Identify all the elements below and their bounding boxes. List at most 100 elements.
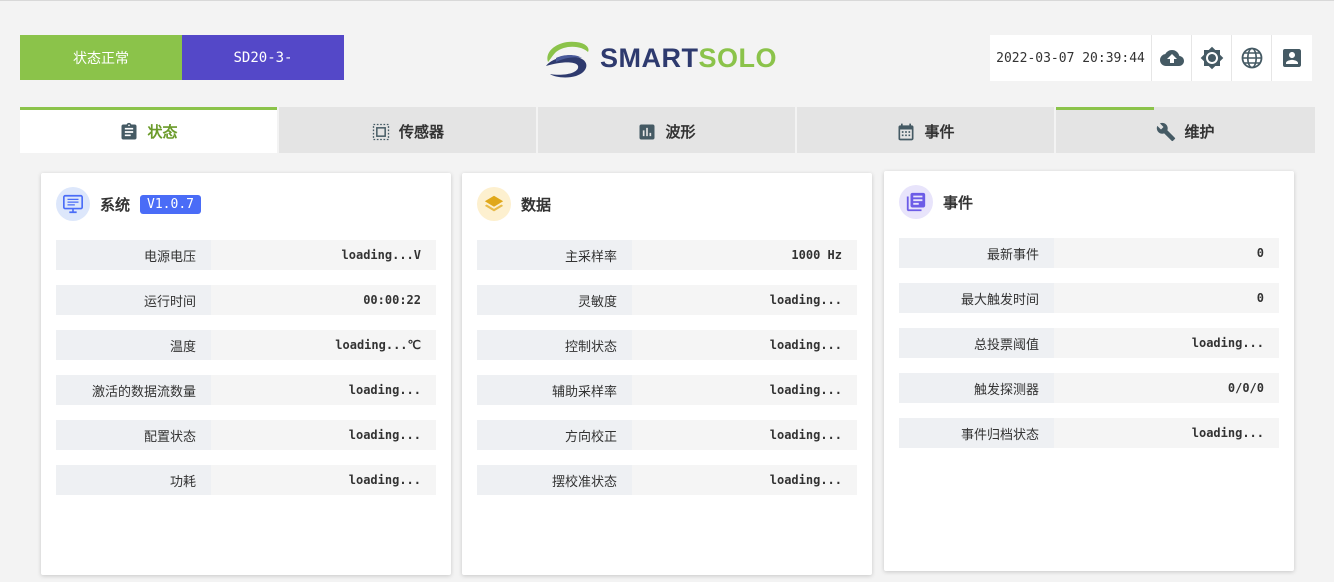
- row-value: loading...: [211, 375, 436, 405]
- row-value: 0: [1054, 238, 1279, 268]
- system-rows: 电源电压 loading...V 运行时间 00:00:22 温度 loadin…: [56, 240, 436, 510]
- tab-maintenance-label: 维护: [1184, 123, 1215, 141]
- data-icon-wrap: [477, 187, 511, 221]
- system-icon-wrap: [56, 187, 90, 221]
- row-label: 摆校准状态: [477, 465, 632, 495]
- table-row: 激活的数据流数量 loading...: [56, 375, 436, 405]
- row-value: 0/0/0: [1054, 373, 1279, 403]
- row-label: 辅助采样率: [477, 375, 632, 405]
- tab-waveform-label: 波形: [665, 123, 696, 141]
- account-button[interactable]: [1272, 35, 1312, 81]
- sensor-chip-icon: [372, 123, 390, 140]
- row-label: 控制状态: [477, 330, 632, 360]
- table-row: 最大触发时间 0: [899, 283, 1279, 313]
- row-label: 总投票阈值: [899, 328, 1054, 358]
- logo-wordmark: SMARTSOLO: [600, 43, 777, 74]
- table-row: 总投票阈值 loading...: [899, 328, 1279, 358]
- brightness-button[interactable]: [1192, 35, 1232, 81]
- row-label: 主采样率: [477, 240, 632, 270]
- language-button[interactable]: [1232, 35, 1272, 81]
- row-value: loading...: [1054, 418, 1279, 448]
- tab-maintenance[interactable]: 维护: [1056, 107, 1315, 153]
- table-row: 摆校准状态 loading...: [477, 465, 857, 495]
- table-row: 温度 loading...℃: [56, 330, 436, 360]
- row-value: loading...: [632, 465, 857, 495]
- row-value: loading...℃: [211, 330, 436, 360]
- row-label: 功耗: [56, 465, 211, 495]
- tab-waveform[interactable]: 波形: [538, 107, 795, 153]
- calendar-icon: [898, 123, 914, 140]
- table-row: 功耗 loading...: [56, 465, 436, 495]
- globe-icon: [1241, 47, 1262, 69]
- row-value: loading...: [632, 420, 857, 450]
- row-label: 方向校正: [477, 420, 632, 450]
- table-row: 事件归档状态 loading...: [899, 418, 1279, 448]
- version-badge: V1.0.7: [140, 194, 201, 214]
- clipboard-icon: [121, 122, 137, 139]
- logo-smart-text: SMART: [600, 42, 699, 73]
- row-label: 最新事件: [899, 238, 1054, 268]
- row-value: loading...: [211, 465, 436, 495]
- row-value: 00:00:22: [211, 285, 436, 315]
- header-toolbar: 2022-03-07 20:39:44: [990, 35, 1312, 81]
- data-panel-header: 数据: [477, 187, 551, 221]
- row-value: loading...: [632, 285, 857, 315]
- row-label: 激活的数据流数量: [56, 375, 211, 405]
- row-value: loading...: [1054, 328, 1279, 358]
- row-label: 电源电压: [56, 240, 211, 270]
- events-rows: 最新事件 0 最大触发时间 0 总投票阈值 loading... 触发探测器 0…: [899, 238, 1279, 463]
- tab-status[interactable]: 状态: [20, 107, 277, 153]
- row-value: loading...: [211, 420, 436, 450]
- system-panel: 系统 V1.0.7 电源电压 loading...V 运行时间 00:00:22…: [41, 173, 451, 575]
- library-books-icon: [906, 192, 926, 212]
- table-row: 运行时间 00:00:22: [56, 285, 436, 315]
- table-row: 最新事件 0: [899, 238, 1279, 268]
- events-panel-header: 事件: [899, 185, 973, 219]
- account-box-icon: [1283, 49, 1301, 67]
- table-row: 控制状态 loading...: [477, 330, 857, 360]
- upload-button[interactable]: [1152, 35, 1192, 81]
- row-label: 事件归档状态: [899, 418, 1054, 448]
- row-label: 最大触发时间: [899, 283, 1054, 313]
- cloud-upload-icon: [1159, 50, 1184, 66]
- events-icon-wrap: [899, 185, 933, 219]
- tab-status-label: 状态: [147, 123, 178, 141]
- logo-solo-text: SOLO: [698, 42, 778, 73]
- row-value: loading...V: [211, 240, 436, 270]
- system-panel-header: 系统 V1.0.7: [56, 187, 201, 221]
- main-tabs: 状态 传感器 波形 事件 维护: [20, 107, 1315, 153]
- table-row: 电源电压 loading...V: [56, 240, 436, 270]
- events-panel: 事件 最新事件 0 最大触发时间 0 总投票阈值 loading... 触发探测…: [884, 171, 1294, 571]
- row-value: loading...: [632, 375, 857, 405]
- smartsolo-logo: SMARTSOLO: [542, 35, 814, 81]
- row-label: 配置状态: [56, 420, 211, 450]
- table-row: 触发探测器 0/0/0: [899, 373, 1279, 403]
- row-value: 1000 Hz: [632, 240, 857, 270]
- events-panel-title: 事件: [943, 193, 974, 212]
- data-panel: 数据 主采样率 1000 Hz 灵敏度 loading... 控制状态 load…: [462, 173, 872, 575]
- row-label: 触发探测器: [899, 373, 1054, 403]
- logo-swoosh-icon: [546, 41, 589, 78]
- row-label: 运行时间: [56, 285, 211, 315]
- table-row: 主采样率 1000 Hz: [477, 240, 857, 270]
- bar-chart-icon: [639, 124, 655, 139]
- layers-icon: [484, 195, 504, 212]
- tab-events[interactable]: 事件: [797, 107, 1054, 153]
- row-label: 温度: [56, 330, 211, 360]
- table-row: 灵敏度 loading...: [477, 285, 857, 315]
- data-rows: 主采样率 1000 Hz 灵敏度 loading... 控制状态 loading…: [477, 240, 857, 510]
- table-row: 辅助采样率 loading...: [477, 375, 857, 405]
- status-content: 系统 V1.0.7 电源电压 loading...V 运行时间 00:00:22…: [20, 153, 1315, 582]
- table-row: 配置状态 loading...: [56, 420, 436, 450]
- tab-events-label: 事件: [924, 123, 955, 141]
- row-label: 灵敏度: [477, 285, 632, 315]
- table-row: 方向校正 loading...: [477, 420, 857, 450]
- data-panel-title: 数据: [521, 195, 552, 214]
- status-indicator: 状态正常: [20, 35, 182, 80]
- wrench-icon: [1157, 122, 1176, 141]
- device-id-badge: SD20-3-: [182, 35, 344, 80]
- system-panel-title: 系统: [100, 195, 131, 214]
- tab-sensor[interactable]: 传感器: [279, 107, 536, 153]
- row-value: 0: [1054, 283, 1279, 313]
- tab-sensor-label: 传感器: [398, 123, 444, 141]
